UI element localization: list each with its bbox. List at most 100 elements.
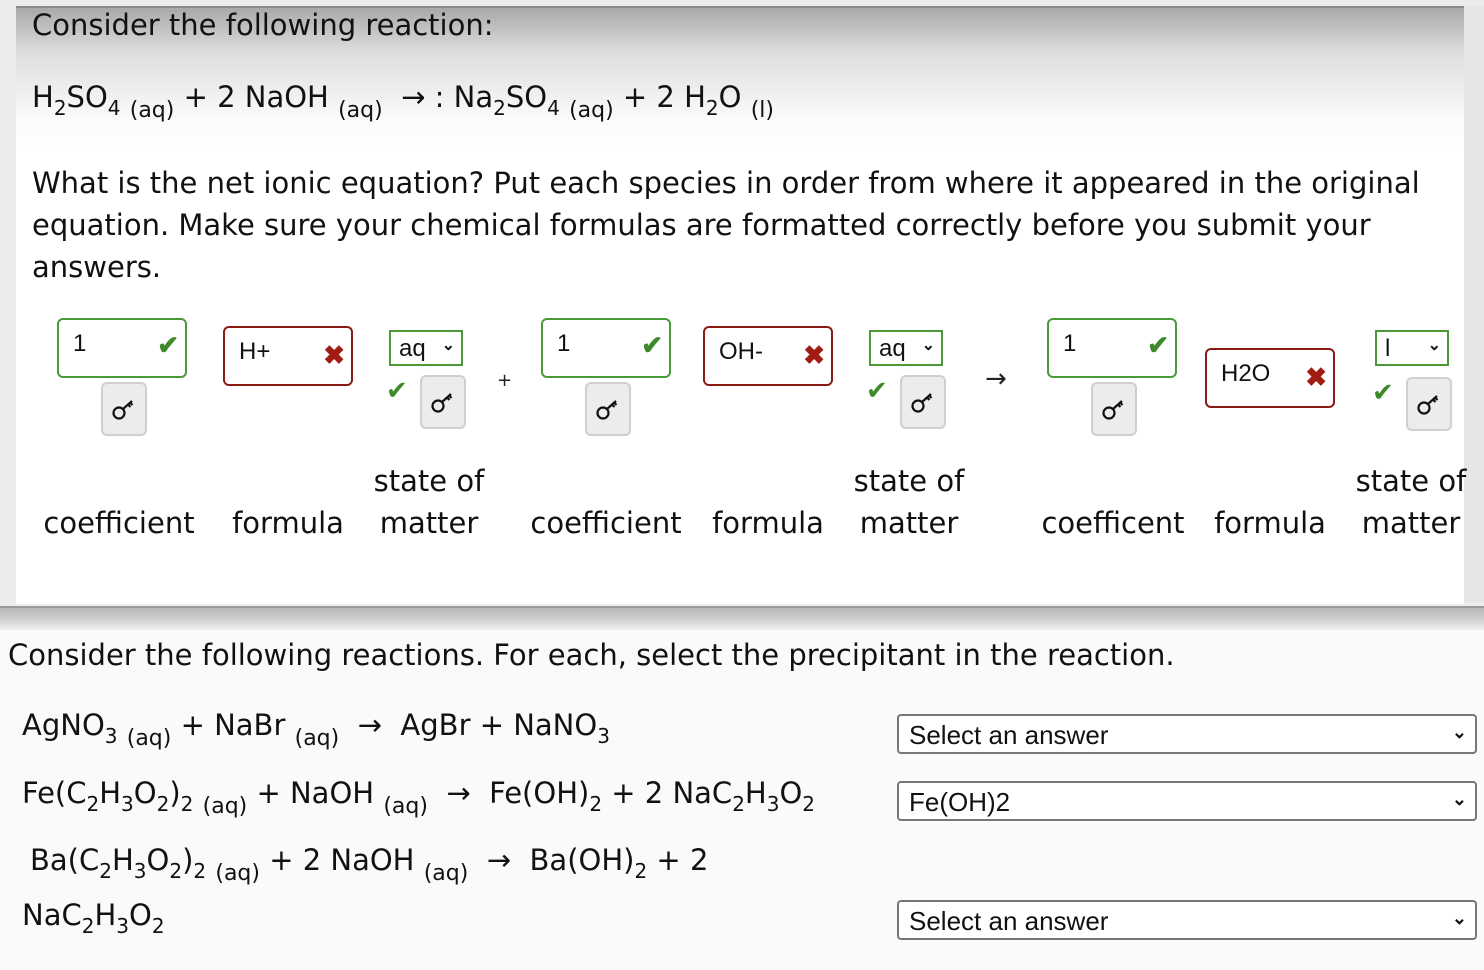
rxn-text: O	[129, 898, 152, 932]
eq-so: SO	[505, 80, 548, 114]
coefficient-value: 1	[1063, 330, 1077, 357]
rxn-text: Ba(C	[30, 843, 100, 877]
formula-value: OH-	[719, 338, 763, 365]
rxn-state: (aq)	[423, 861, 469, 886]
rxn-state: (aq)	[126, 726, 172, 751]
rxn-text: )	[169, 776, 181, 810]
rxn-text: H	[111, 843, 134, 877]
rxn-text: + NaOH	[256, 776, 375, 810]
select-value: Fe(OH)2	[909, 787, 1011, 817]
state-select-1[interactable]: aq ⌄	[389, 330, 463, 366]
rxn-sub: 2	[193, 859, 207, 883]
eq-na: Na	[453, 80, 494, 114]
rxn-sub: 3	[116, 914, 129, 938]
state-select-2[interactable]: aq ⌄	[869, 330, 943, 366]
rxn-sub: 2	[169, 859, 183, 883]
formula-value: H2O	[1221, 360, 1271, 387]
reaction-3-line1: Ba(C2H3O2)2 (aq) + 2 NaOH (aq) → Ba(OH)2…	[30, 843, 708, 886]
rxn-text: H	[99, 776, 122, 810]
coefficient-input-3[interactable]: 1 ✔	[1047, 318, 1177, 378]
rxn-arrow: →	[446, 776, 471, 810]
answer-key-button-5[interactable]	[1091, 382, 1137, 436]
rxn-sub: 3	[104, 724, 118, 748]
answer-key-button-6[interactable]	[1406, 377, 1452, 431]
check-icon: ✔	[1372, 378, 1394, 408]
rxn-sub: 2	[81, 914, 95, 938]
answer-key-button-4[interactable]	[900, 375, 946, 429]
check-icon: ✔	[157, 330, 179, 360]
original-equation: H2SO4 (aq) + 2 NaOH (aq) → : Na2SO4 (aq)…	[32, 80, 774, 123]
coefficient-value: 1	[557, 330, 571, 357]
question2-title: Consider the following reactions. For ea…	[8, 638, 1175, 672]
question1-title: Consider the following reaction:	[32, 8, 494, 42]
label-formula-3: formula	[1214, 506, 1326, 540]
rxn-text: Fe(C	[22, 776, 87, 810]
label-formula-1: formula	[232, 506, 344, 540]
rxn-sub: 2	[802, 792, 816, 816]
coefficient-input-1[interactable]: 1 ✔	[57, 318, 187, 378]
rxn-text: O	[146, 843, 170, 877]
rxn-sub: 3	[766, 792, 780, 816]
answer-key-button-3[interactable]	[585, 382, 631, 436]
rxn-state: (aq)	[202, 794, 248, 819]
answer-key-button-2[interactable]	[420, 375, 466, 429]
eq-state: (aq)	[338, 98, 383, 123]
formula-input-3[interactable]: H2O ✖	[1205, 348, 1335, 408]
rxn-text: AgNO	[22, 708, 105, 742]
arrow-sign: →	[985, 364, 1007, 394]
rxn-text: + 2 NaOH	[269, 843, 415, 877]
rxn-text: O	[133, 776, 157, 810]
rxn-state: (aq)	[215, 861, 260, 886]
chevron-down-icon: ⌄	[441, 337, 455, 354]
eq-h: H	[32, 80, 54, 114]
rxn-text: H	[744, 776, 767, 810]
reaction-2: Fe(C2H3O2)2 (aq) + NaOH (aq) → Fe(OH)2 +…	[22, 776, 815, 819]
formula-input-2[interactable]: OH- ✖	[703, 326, 833, 386]
formula-input-1[interactable]: H+ ✖	[223, 326, 353, 386]
rxn-sub: 2	[156, 792, 170, 816]
reaction-3-line2: NaC2H3O2	[22, 898, 165, 938]
rxn-sub: 2	[86, 792, 100, 816]
rxn-sub: 3	[597, 724, 610, 748]
rxn-text: Ba(OH)	[529, 843, 635, 877]
x-icon: ✖	[1305, 362, 1327, 392]
label-coefficient-3: coefficent	[1041, 506, 1185, 540]
chevron-down-icon: ⌄	[1451, 789, 1467, 809]
state-value: l	[1385, 335, 1391, 362]
formula-value: H+	[239, 338, 271, 365]
rxn-sub: 3	[121, 792, 134, 816]
eq-state: (aq)	[129, 98, 175, 123]
check-icon: ✔	[866, 376, 888, 406]
label-formula-2: formula	[712, 506, 824, 540]
rxn-text: )	[182, 843, 194, 877]
plus-sign: +	[497, 370, 513, 391]
key-icon	[1417, 395, 1439, 415]
state-select-3[interactable]: l ⌄	[1375, 330, 1449, 366]
chevron-down-icon: ⌄	[921, 337, 935, 354]
label-coefficient-2: coefficient	[530, 506, 682, 540]
rxn-sub: 3	[133, 859, 147, 883]
key-icon	[112, 400, 134, 420]
rxn-sub: 2	[151, 914, 165, 938]
rxn-text: H	[94, 898, 117, 932]
key-icon	[1102, 400, 1124, 420]
precipitant-select-2[interactable]: Fe(OH)2 ⌄	[897, 781, 1477, 821]
answer-key-button-1[interactable]	[101, 382, 147, 436]
coefficient-value: 1	[73, 330, 87, 357]
state-value: aq	[399, 335, 426, 362]
x-icon: ✖	[323, 340, 345, 370]
key-icon	[911, 393, 933, 413]
eq-sub: 4	[107, 96, 121, 120]
rxn-text: NaC	[22, 898, 82, 932]
check-icon: ✔	[641, 330, 663, 360]
eq-h2o: + 2 H	[622, 80, 706, 114]
chevron-down-icon: ⌄	[1451, 908, 1467, 928]
eq-naoh: + 2 NaOH	[183, 80, 329, 114]
rxn-sub: 2	[99, 859, 112, 883]
precipitant-select-1[interactable]: Select an answer ⌄	[897, 714, 1477, 754]
coefficient-input-2[interactable]: 1 ✔	[541, 318, 671, 378]
select-value: Select an answer	[909, 720, 1109, 750]
precipitant-select-3[interactable]: Select an answer ⌄	[897, 900, 1477, 940]
rxn-arrow: →	[357, 708, 382, 742]
eq-state: (aq)	[569, 98, 614, 123]
